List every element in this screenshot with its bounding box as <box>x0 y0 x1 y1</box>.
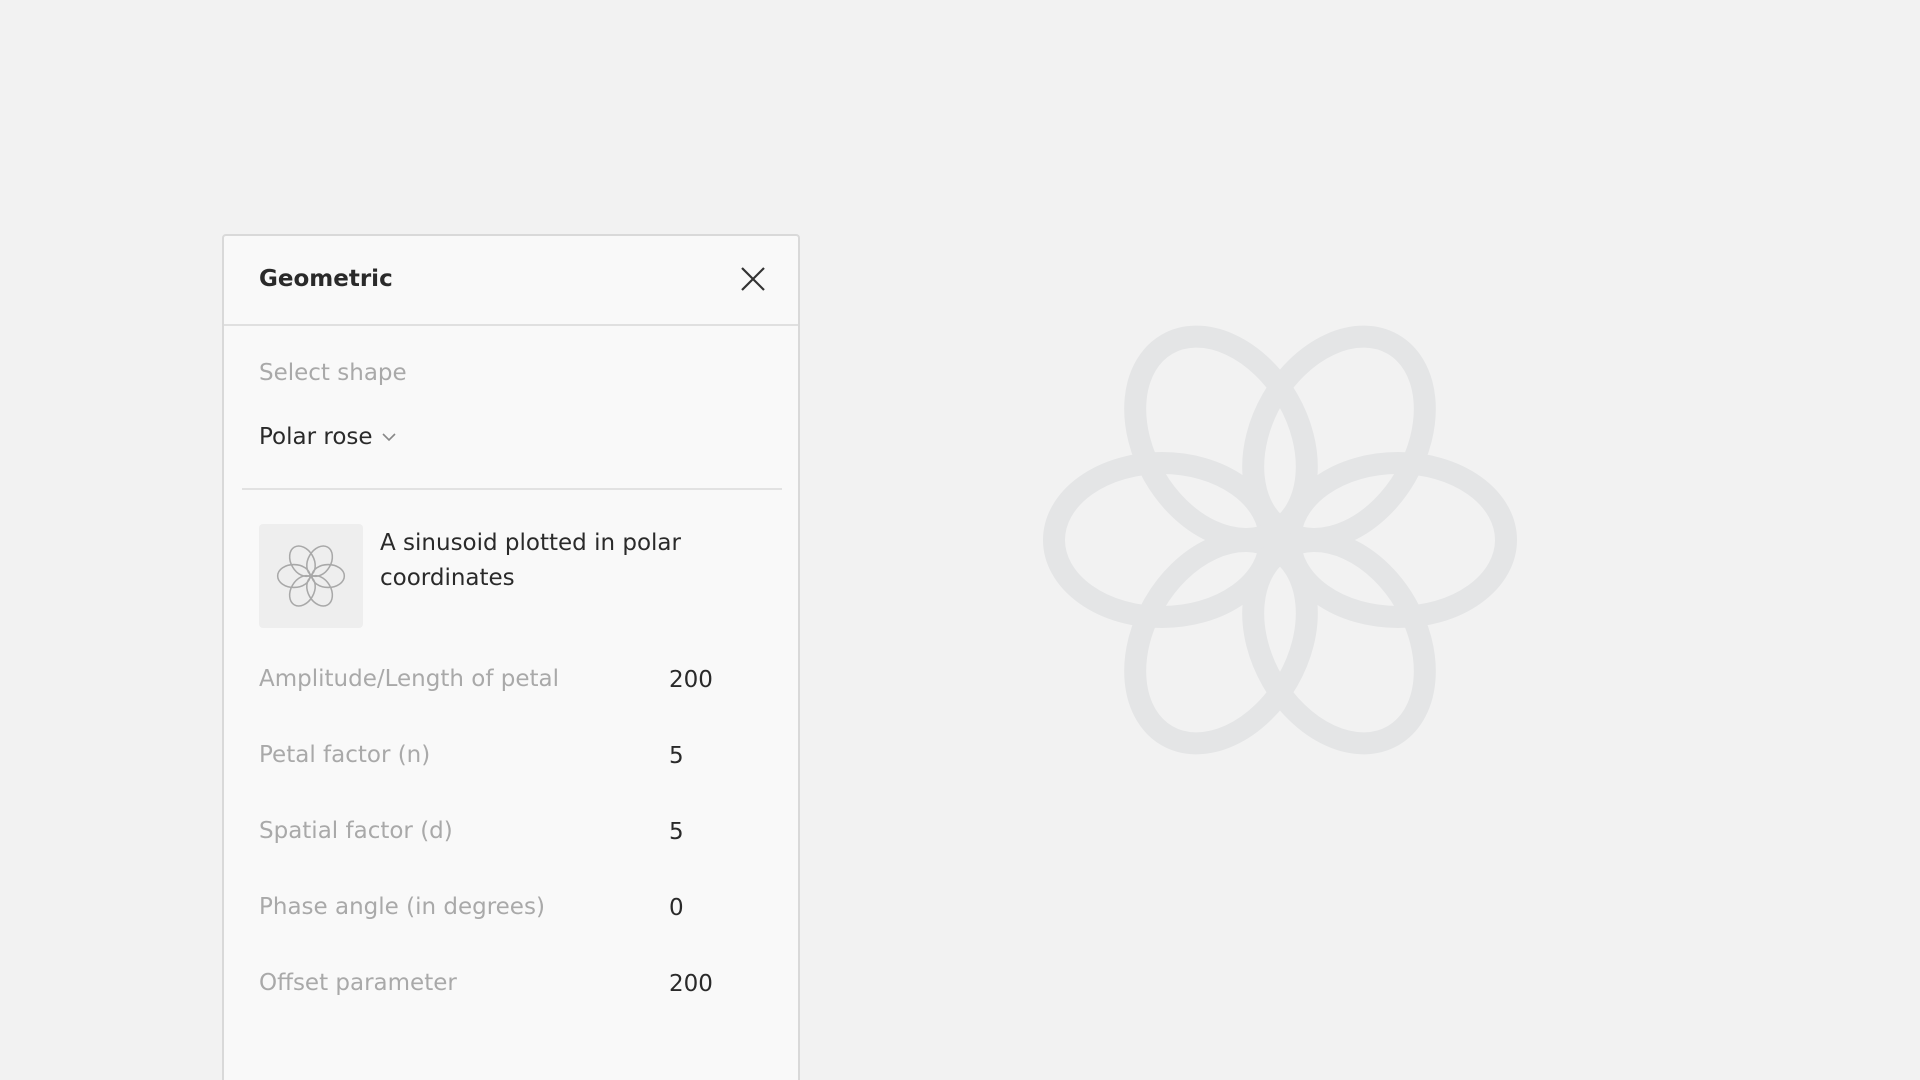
divider <box>242 488 782 490</box>
param-row-phase-angle: Phase angle (in degrees) <box>259 888 769 928</box>
param-label: Petal factor (n) <box>259 742 431 768</box>
shape-dropdown[interactable]: Polar rose <box>259 424 397 450</box>
param-label: Amplitude/Length of petal <box>259 666 559 692</box>
close-button[interactable] <box>738 264 768 294</box>
param-row-amplitude: Amplitude/Length of petal <box>259 660 769 700</box>
amplitude-input[interactable] <box>669 660 769 700</box>
polar-rose-icon <box>276 545 346 607</box>
panel-title: Geometric <box>259 266 393 292</box>
petal-factor-input[interactable] <box>669 736 769 776</box>
close-icon <box>741 267 765 291</box>
polar-rose-canvas <box>1043 325 1517 755</box>
param-label: Phase angle (in degrees) <box>259 894 545 920</box>
param-row-spatial-factor: Spatial factor (d) <box>259 812 769 852</box>
param-row-offset: Offset parameter <box>259 964 769 1004</box>
panel-header: Geometric <box>224 236 798 326</box>
geometric-panel: Geometric Select shape Polar rose A sinu… <box>222 234 800 1080</box>
param-row-petal-factor: Petal factor (n) <box>259 736 769 776</box>
shape-description: A sinusoid plotted in polar coordinates <box>380 530 681 591</box>
shape-dropdown-value: Polar rose <box>259 424 373 450</box>
chevron-down-icon <box>381 433 396 442</box>
offset-input[interactable] <box>669 964 769 1004</box>
select-shape-label: Select shape <box>259 360 407 386</box>
spatial-factor-input[interactable] <box>669 812 769 852</box>
param-label: Spatial factor (d) <box>259 818 453 844</box>
shape-thumbnail <box>259 524 363 628</box>
param-label: Offset parameter <box>259 970 457 996</box>
phase-angle-input[interactable] <box>669 888 769 928</box>
